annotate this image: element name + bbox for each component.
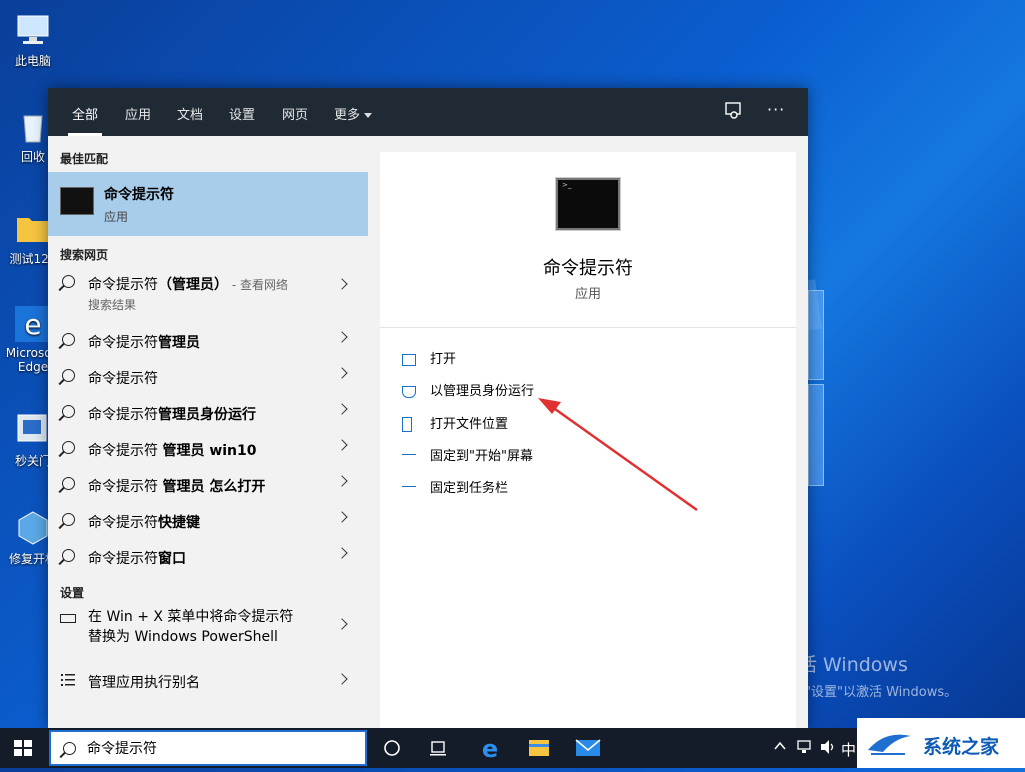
search-icon: [63, 742, 76, 755]
task-view-button[interactable]: [416, 728, 460, 768]
mail-icon[interactable]: [566, 728, 610, 768]
cortana-button[interactable]: [370, 728, 414, 768]
site-watermark: 系统之家: [857, 718, 1025, 768]
svg-text:e: e: [482, 735, 498, 763]
watermark-text: 系统之家: [923, 736, 1000, 758]
file-explorer-icon[interactable]: [517, 728, 561, 768]
edge-taskbar-icon[interactable]: e: [468, 728, 512, 768]
start-button[interactable]: [14, 740, 32, 756]
watermark-logo-icon: [865, 728, 915, 758]
search-input[interactable]: [87, 738, 347, 758]
chevron-up-icon[interactable]: [774, 739, 786, 757]
annotation-arrow: [538, 398, 698, 512]
network-icon[interactable]: [796, 739, 812, 759]
volume-icon[interactable]: [819, 739, 837, 759]
ime-indicator[interactable]: 中: [841, 739, 856, 760]
taskbar-search-box[interactable]: [49, 730, 367, 766]
